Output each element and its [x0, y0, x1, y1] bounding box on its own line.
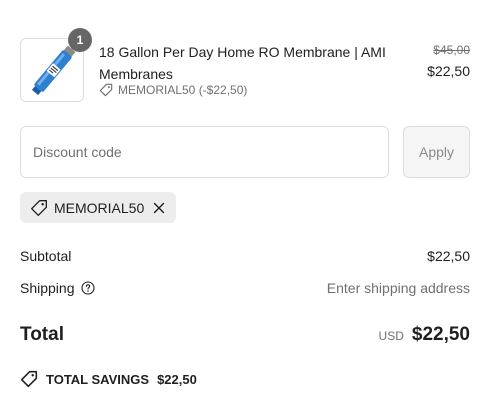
quantity-badge: 1	[68, 28, 92, 52]
tag-icon	[99, 83, 113, 97]
subtotal-value: $22,50	[427, 248, 470, 264]
savings-label: TOTAL SAVINGS	[46, 371, 150, 387]
savings-value: $22,50	[157, 371, 197, 387]
apply-button[interactable]: Apply	[403, 126, 470, 178]
applied-discount-code: MEMORIAL50	[54, 199, 145, 216]
total-label: Total	[20, 324, 64, 345]
close-icon	[154, 202, 165, 213]
subtotal-row: Subtotal $22,50	[20, 246, 470, 266]
item-price: $22,50	[427, 63, 470, 79]
help-icon[interactable]	[80, 281, 95, 295]
shipping-value: Enter shipping address	[326, 280, 470, 296]
total-savings: TOTAL SAVINGS $22,50	[20, 370, 197, 388]
applied-discount-chip: MEMORIAL50	[20, 192, 177, 223]
item-discount: MEMORIAL50 (-$22,50)	[99, 83, 247, 97]
tag-icon	[31, 199, 47, 216]
item-discount-label: MEMORIAL50 (-$22,50)	[118, 83, 248, 97]
original-price: $45,00	[433, 43, 470, 57]
currency-code: USD	[378, 329, 404, 343]
tag-icon	[20, 370, 38, 388]
subtotal-label: Subtotal	[20, 248, 72, 264]
shipping-row: Shipping Enter shipping address	[20, 278, 470, 298]
discount-code-input[interactable]	[20, 126, 389, 178]
total-row: Total USD $22,50	[20, 321, 470, 349]
shipping-label: Shipping	[20, 280, 75, 296]
total-amount: $22,50	[411, 324, 470, 345]
product-title: 18 Gallon Per Day Home RO Membrane | AMI…	[99, 44, 386, 82]
remove-discount-button[interactable]	[152, 201, 166, 215]
cart-line-item: 1 18 Gallon Per Day Home RO Membrane | A…	[20, 28, 470, 102]
